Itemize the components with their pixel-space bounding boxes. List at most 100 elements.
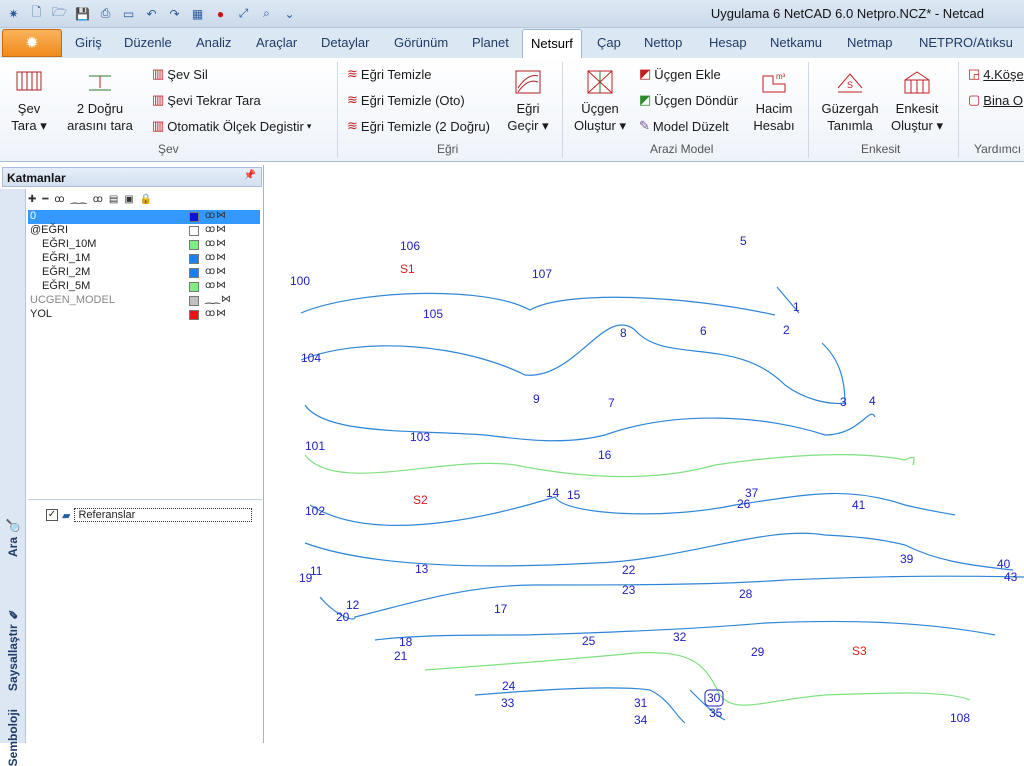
layer-color-swatch[interactable] [189, 310, 199, 320]
references-item[interactable]: ✓ ▰ Referanslar [46, 508, 253, 522]
new-file-icon[interactable]: 🗋 [27, 4, 46, 23]
customize-icon[interactable]: ⌄ [280, 4, 299, 23]
add-layer-icon[interactable]: ✚ [28, 194, 36, 205]
open-folder-icon[interactable]: 🗁 [50, 4, 69, 23]
section-label[interactable]: S2 [413, 493, 428, 507]
point-label[interactable]: 43 [1004, 570, 1018, 584]
guzergah-tanimla-button[interactable]: S Güzergah Tanımla [818, 68, 882, 134]
print-icon[interactable]: ⎙ [96, 4, 115, 23]
layer-row[interactable]: 0 ꝏ ⋈ [28, 210, 260, 224]
egri-temizle-2-dogru-button[interactable]: ≋ Eğri Temizle (2 Doğru) [347, 118, 490, 134]
layer-visibility-icon[interactable]: ꝏ ⋈ [205, 252, 226, 263]
contour-line-blue[interactable] [300, 324, 846, 405]
point-label[interactable]: 33 [501, 696, 515, 710]
tab-planet[interactable]: Planet [472, 35, 509, 50]
point-label[interactable]: 31 [634, 696, 648, 710]
drawing-svg[interactable]: 106 5S1 10710011058 6 21049 7 3 410110316S2 14 15… [265, 165, 1024, 743]
layer-color-swatch[interactable] [189, 282, 199, 292]
calculator-icon[interactable]: ▦ [188, 4, 207, 23]
hide-all-icon[interactable]: ⁔⁔ [71, 194, 87, 205]
point-label[interactable]: 6 [700, 324, 707, 338]
side-tab-saysallastir[interactable]: Saysallaştır ✎ [6, 607, 20, 691]
point-label[interactable]: 20 [336, 610, 350, 624]
point-label[interactable]: 41 [852, 498, 866, 512]
contour-line-blue[interactable] [304, 404, 876, 442]
point-label[interactable]: 40 [997, 557, 1011, 571]
layer-visibility-icon[interactable]: ꝏ ⋈ [205, 308, 226, 319]
layer-visibility-icon[interactable]: ꝏ ⋈ [205, 238, 226, 249]
layer-color-swatch[interactable] [189, 296, 199, 306]
layer-color-swatch[interactable] [189, 212, 199, 222]
point-label[interactable]: 16 [598, 448, 612, 462]
layer-color-swatch[interactable] [189, 240, 199, 250]
section-label[interactable]: S1 [400, 262, 415, 276]
tab-gorunum[interactable]: Görünüm [394, 35, 448, 50]
properties-icon[interactable]: ▤ [109, 194, 118, 205]
layer-row[interactable]: EĞRI_1M ꝏ ⋈ [28, 252, 260, 266]
tab-analiz[interactable]: Analiz [196, 35, 231, 50]
drawing-canvas[interactable]: 106 5 S1 107 100 1 105 8 6 2 104 9 7 3 4 101 103 16 S2 14 15… [265, 165, 1024, 743]
egri-temizle-button[interactable]: ≋ Eğri Temizle [347, 66, 431, 82]
sev-sil-button[interactable]: ▥ Şev Sil [152, 66, 208, 82]
tab-nettop[interactable]: Nettop [644, 35, 682, 50]
point-label[interactable]: 26 [737, 497, 751, 511]
point-label[interactable]: 24 [502, 679, 516, 693]
iki-dogru-arasini-tara-button[interactable]: 2 Doğru arasını tara [64, 68, 136, 134]
point-label[interactable]: 13 [415, 562, 429, 576]
ucgen-dondur-button[interactable]: ◩ Üçgen Döndür [639, 92, 738, 108]
pin-icon[interactable]: 📌 [244, 170, 256, 181]
point-label[interactable]: 14 [546, 486, 560, 500]
folder-icon[interactable]: ▭ [119, 4, 138, 23]
point-label[interactable]: 39 [900, 552, 914, 566]
layer-row[interactable]: EĞRI_2M ꝏ ⋈ [28, 266, 260, 280]
sev-tara-button[interactable]: Şev Tara ▾ [10, 68, 48, 134]
point-label[interactable]: 102 [305, 504, 325, 518]
contour-line-blue[interactable] [300, 292, 776, 316]
point-label[interactable]: 7 [608, 396, 615, 410]
point-label[interactable]: 5 [740, 234, 747, 248]
point-label[interactable]: 100 [290, 274, 310, 288]
layer-row[interactable]: EĞRI_5M ꝏ ⋈ [28, 280, 260, 294]
point-label[interactable]: 104 [301, 351, 321, 365]
layer-row[interactable]: UCGEN_MODEL ⁔⁔ ⋈ [28, 294, 260, 308]
point-label[interactable]: 105 [423, 307, 443, 321]
point-label[interactable]: 108 [950, 711, 970, 725]
tab-hesap[interactable]: Hesap [709, 35, 747, 50]
point-label[interactable]: 3 [840, 395, 847, 409]
layer-settings-icon[interactable]: ▣ [124, 194, 133, 205]
model-duzelt-button[interactable]: ✎ Model Düzelt [639, 118, 729, 134]
tab-netpro-atiksu[interactable]: NETPRO/Atıksu [919, 35, 1013, 50]
point-label[interactable]: 32 [673, 630, 687, 644]
layer-row[interactable]: YOL ꝏ ⋈ [28, 308, 260, 322]
enkesit-olustur-button[interactable]: Enkesit Oluştur ▾ [888, 68, 946, 134]
remove-layer-icon[interactable]: ━ [42, 194, 48, 205]
egri-gecir-button[interactable]: Eğri Geçir ▾ [507, 68, 549, 134]
sevi-tekrar-tara-button[interactable]: ▥ Şevi Tekrar Tara [152, 92, 261, 108]
point-label[interactable]: 107 [532, 267, 552, 281]
layer-color-swatch[interactable] [189, 254, 199, 264]
point-label[interactable]: 15 [567, 488, 581, 502]
tab-duzenle[interactable]: Düzenle [124, 35, 172, 50]
point-label[interactable]: 34 [634, 713, 648, 727]
otomatik-olcek-degistir-button[interactable]: ▥ Otomatik Ölçek Degistir ▾ [152, 118, 311, 134]
lock-icon[interactable]: 🔒 [140, 194, 152, 205]
point-label[interactable]: 106 [400, 239, 420, 253]
zoom-window-icon[interactable]: ⌕ [257, 4, 276, 23]
side-tab-ara[interactable]: Ara 🔍 [6, 519, 20, 557]
references-checkbox[interactable]: ✓ [46, 509, 58, 521]
contour-line-blue[interactable] [319, 575, 1024, 620]
ucgen-ekle-button[interactable]: ◩ Üçgen Ekle [639, 66, 721, 82]
layer-visibility-icon[interactable]: ꝏ ⋈ [205, 224, 226, 235]
tab-netmap[interactable]: Netmap [847, 35, 893, 50]
point-label[interactable]: 23 [622, 583, 636, 597]
zoom-extents-icon[interactable]: ⤢ [234, 4, 253, 23]
point-label[interactable]: 8 [620, 326, 627, 340]
side-tab-semboloji[interactable]: Semboloji [6, 709, 20, 766]
tab-netsurf[interactable]: Netsurf [522, 29, 582, 59]
layer-color-swatch[interactable] [189, 268, 199, 278]
point-label[interactable]: 21 [394, 649, 408, 663]
point-label[interactable]: 101 [305, 439, 325, 453]
point-label[interactable]: 1 [793, 300, 800, 314]
save-icon[interactable]: 💾 [73, 4, 92, 23]
point-label[interactable]: 19 [299, 571, 313, 585]
